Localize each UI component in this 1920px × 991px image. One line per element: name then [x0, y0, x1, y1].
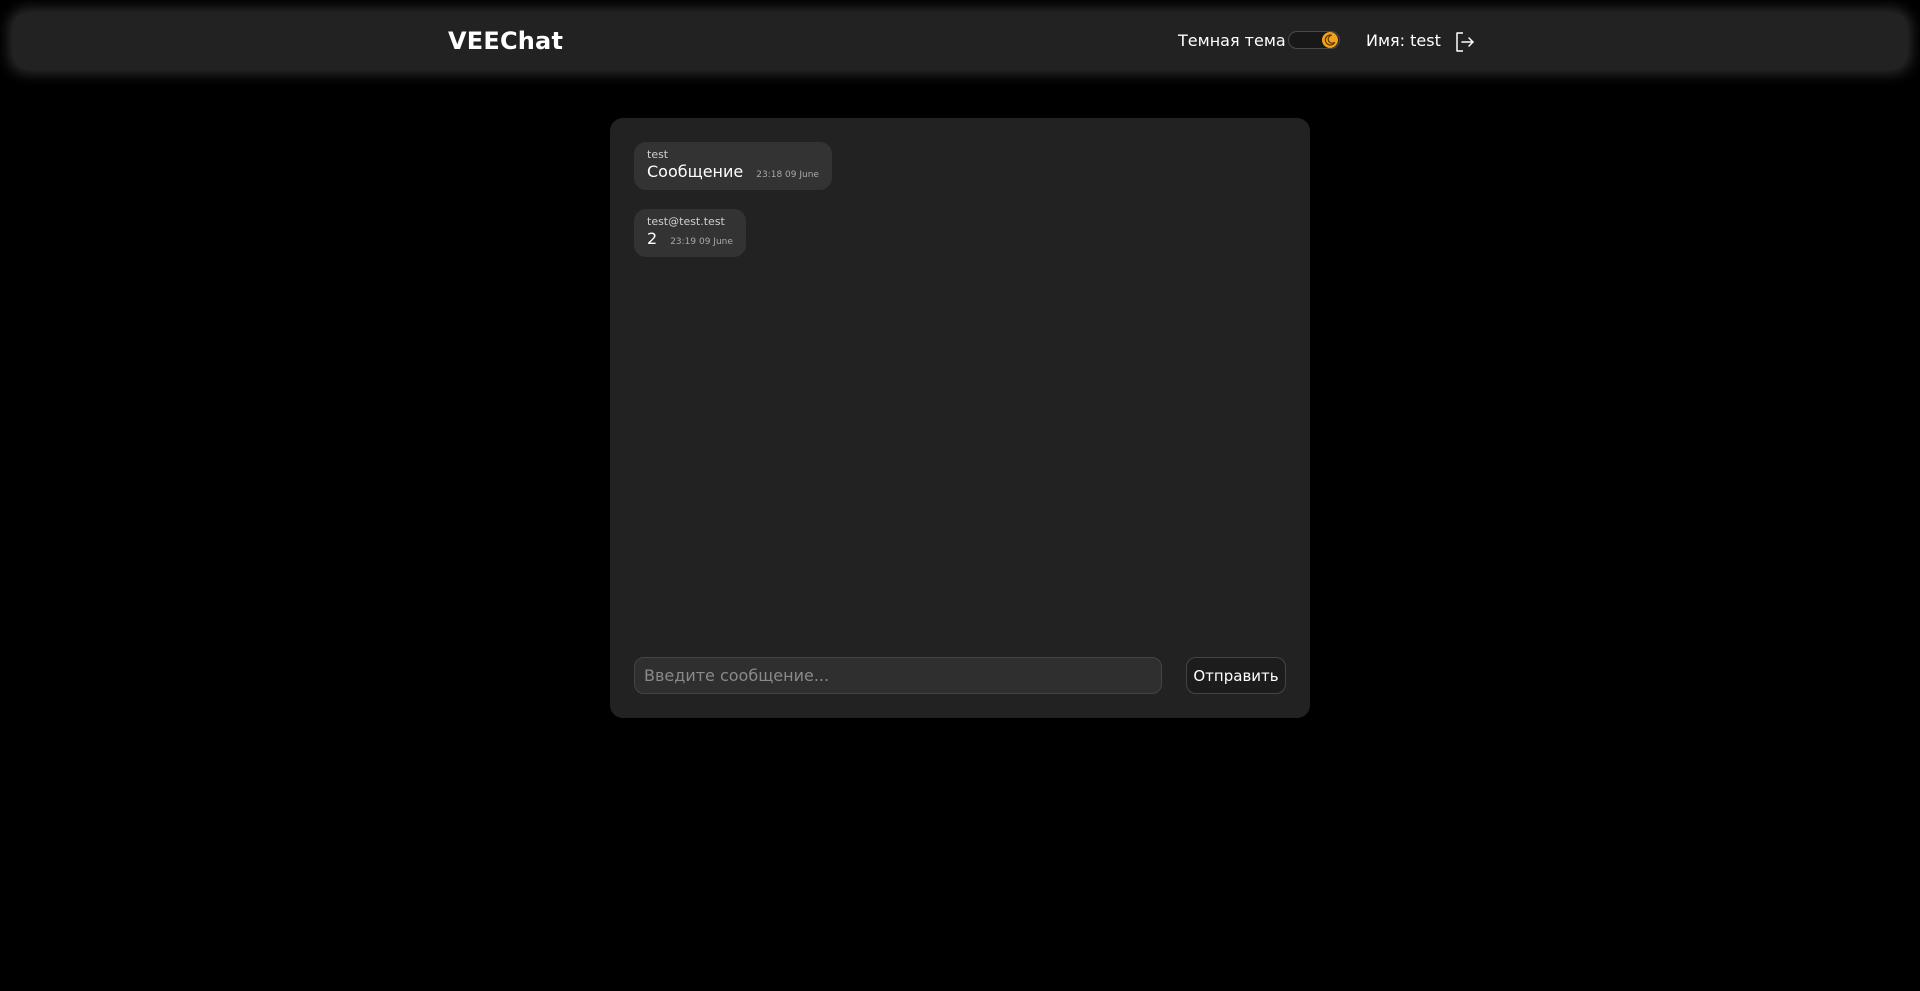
top-bar: VEEChat Темная тема Имя: test: [13, 13, 1907, 69]
message-time: 23:18 09 June: [756, 170, 819, 180]
chat-panel: test Сообщение 23:18 09 June test@test.t…: [610, 118, 1310, 718]
user-name: Имя: test: [1366, 31, 1441, 50]
message-time: 23:19 09 June: [670, 237, 733, 247]
message-text: 2: [647, 229, 658, 248]
message-bubble: test Сообщение 23:18 09 June: [634, 142, 832, 190]
app-logo[interactable]: VEEChat: [448, 27, 563, 55]
theme-toggle[interactable]: [1288, 31, 1340, 49]
theme-label: Темная тема: [1178, 31, 1286, 50]
send-button[interactable]: Отправить: [1186, 657, 1286, 694]
message-input[interactable]: [634, 657, 1162, 694]
message-text: Сообщение: [647, 162, 744, 181]
message-bubble: test@test.test 2 23:19 09 June: [634, 209, 746, 257]
toggle-knob: [1322, 32, 1338, 48]
message-author: test: [647, 148, 669, 161]
message-author: test@test.test: [647, 215, 725, 228]
logout-button[interactable]: [1453, 30, 1477, 54]
logout-icon: [1456, 32, 1474, 52]
moon-icon: [1324, 34, 1336, 46]
